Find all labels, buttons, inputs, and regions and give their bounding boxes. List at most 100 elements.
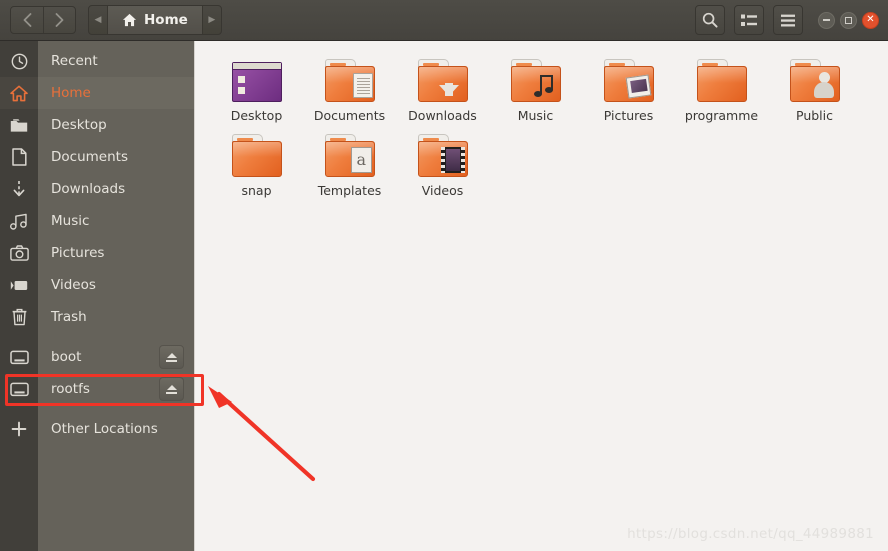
search-button[interactable] — [695, 5, 725, 35]
hard-drive-icon — [0, 373, 38, 405]
file-item-label: Music — [517, 108, 554, 123]
sidebar-item-trash[interactable]: Trash — [0, 301, 194, 333]
watermark: https://blog.csdn.net/qq_44989881 — [627, 526, 874, 542]
folder-icon — [0, 109, 38, 141]
minimize-icon — [823, 19, 830, 21]
sidebar-item-label: Home — [51, 85, 91, 101]
maximize-button[interactable] — [840, 11, 857, 29]
sidebar-item-music[interactable]: Music — [0, 205, 194, 237]
sidebar-item-boot[interactable]: boot — [0, 341, 194, 373]
sidebar-item-recent[interactable]: Recent — [0, 45, 194, 77]
sidebar-item-label: Desktop — [51, 117, 107, 133]
file-item-snap[interactable]: snap — [210, 130, 303, 205]
sidebar-item-pictures[interactable]: Pictures — [0, 237, 194, 269]
file-item-label: Templates — [317, 182, 382, 198]
folder-downloads-icon — [417, 59, 469, 103]
sidebar-item-label: Videos — [51, 277, 96, 293]
sidebar-item-label: Pictures — [51, 245, 105, 261]
maximize-icon — [845, 16, 852, 24]
folder-plain-icon — [231, 133, 283, 178]
sidebar-item-label: Other Locations — [51, 421, 158, 437]
sidebar-item-label: Recent — [51, 53, 98, 69]
sidebar-item-home[interactable]: Home — [0, 77, 194, 109]
breadcrumb: ◀ Home ▶ — [88, 5, 222, 35]
folder-documents-icon — [324, 59, 376, 103]
window-controls: ✕ — [818, 11, 879, 29]
file-item-programme[interactable]: programme — [675, 55, 768, 130]
folder-templates-icon — [324, 133, 376, 178]
view-toggle-button[interactable] — [734, 5, 764, 35]
sidebar-item-label: Trash — [51, 309, 87, 325]
sidebar-item-rootfs[interactable]: rootfs — [0, 373, 194, 405]
clock-icon — [0, 45, 38, 77]
camera-icon — [0, 237, 38, 269]
file-item-templates[interactable]: Templates — [303, 130, 396, 205]
forward-button[interactable] — [43, 7, 75, 33]
breadcrumb-prev-button[interactable]: ◀ — [89, 6, 107, 34]
file-item-music[interactable]: Music — [489, 55, 582, 130]
file-manager-window: ◀ Home ▶ ✕ Recent Home Desktop Documents… — [0, 0, 888, 551]
header-left-group: ◀ Home ▶ — [0, 5, 222, 35]
sidebar-item-videos[interactable]: Videos — [0, 269, 194, 301]
back-button[interactable] — [11, 7, 43, 33]
folder-pictures-icon — [603, 59, 655, 103]
header-bar: ◀ Home ▶ ✕ — [0, 0, 888, 41]
chevron-left-icon — [23, 13, 31, 27]
search-icon — [702, 12, 718, 28]
plus-icon — [0, 413, 38, 445]
download-icon — [0, 173, 38, 205]
folder-public-icon — [789, 59, 841, 103]
list-view-icon — [741, 14, 757, 26]
sidebar-item-label: rootfs — [51, 381, 90, 397]
breadcrumb-current-label: Home — [144, 12, 188, 28]
close-icon: ✕ — [866, 14, 875, 25]
file-item-label: Documents — [313, 108, 386, 123]
sidebar-item-label: Documents — [51, 149, 128, 165]
breadcrumb-item-home[interactable]: Home — [107, 6, 203, 34]
file-item-label: Pictures — [603, 108, 654, 123]
folder-plain-icon — [696, 59, 748, 103]
file-item-downloads[interactable]: Downloads — [396, 55, 489, 130]
file-item-documents[interactable]: Documents — [303, 55, 396, 130]
file-item-videos[interactable]: Videos — [396, 130, 489, 205]
file-grid: Desktop Documents Downloads Music Pictur… — [210, 55, 888, 205]
minimize-button[interactable] — [818, 11, 835, 29]
document-icon — [0, 141, 38, 173]
file-item-label: snap — [241, 182, 272, 198]
eject-icon — [166, 384, 177, 390]
home-icon — [122, 13, 137, 27]
eject-button-boot[interactable] — [159, 345, 184, 369]
home-icon — [0, 77, 38, 109]
sidebar-item-documents[interactable]: Documents — [0, 141, 194, 173]
file-grid-area: Desktop Documents Downloads Music Pictur… — [196, 41, 888, 551]
file-item-label: Public — [796, 108, 833, 123]
chevron-right-icon — [55, 13, 64, 27]
trash-icon — [0, 301, 38, 333]
sidebar-item-label: boot — [51, 349, 82, 365]
eject-icon — [166, 352, 177, 358]
sidebar-item-desktop[interactable]: Desktop — [0, 109, 194, 141]
sidebar-item-downloads[interactable]: Downloads — [0, 173, 194, 205]
file-item-public[interactable]: Public — [768, 55, 861, 130]
file-item-label: Desktop — [230, 108, 283, 123]
hamburger-menu-icon — [781, 14, 795, 26]
hard-drive-icon — [0, 341, 38, 373]
folder-videos-icon — [417, 133, 469, 178]
file-item-desktop[interactable]: Desktop — [210, 55, 303, 130]
music-note-icon — [0, 205, 38, 237]
breadcrumb-next-button[interactable]: ▶ — [203, 6, 221, 34]
menu-button[interactable] — [773, 5, 803, 35]
close-button[interactable]: ✕ — [862, 11, 879, 29]
sidebar-list: Recent Home Desktop Documents Downloads … — [0, 41, 194, 445]
sidebar-item-other-locations[interactable]: Other Locations — [0, 413, 194, 445]
sidebar-item-label: Music — [51, 213, 90, 229]
video-camera-icon — [0, 269, 38, 301]
file-item-pictures[interactable]: Pictures — [582, 55, 675, 130]
eject-button-rootfs[interactable] — [159, 377, 184, 401]
file-item-label: programme — [684, 108, 759, 123]
header-right-group: ✕ — [695, 5, 888, 35]
desktop-window-icon — [231, 59, 283, 103]
folder-music-icon — [510, 59, 562, 103]
sidebar-item-label: Downloads — [51, 181, 126, 197]
file-item-label: Downloads — [408, 108, 477, 123]
